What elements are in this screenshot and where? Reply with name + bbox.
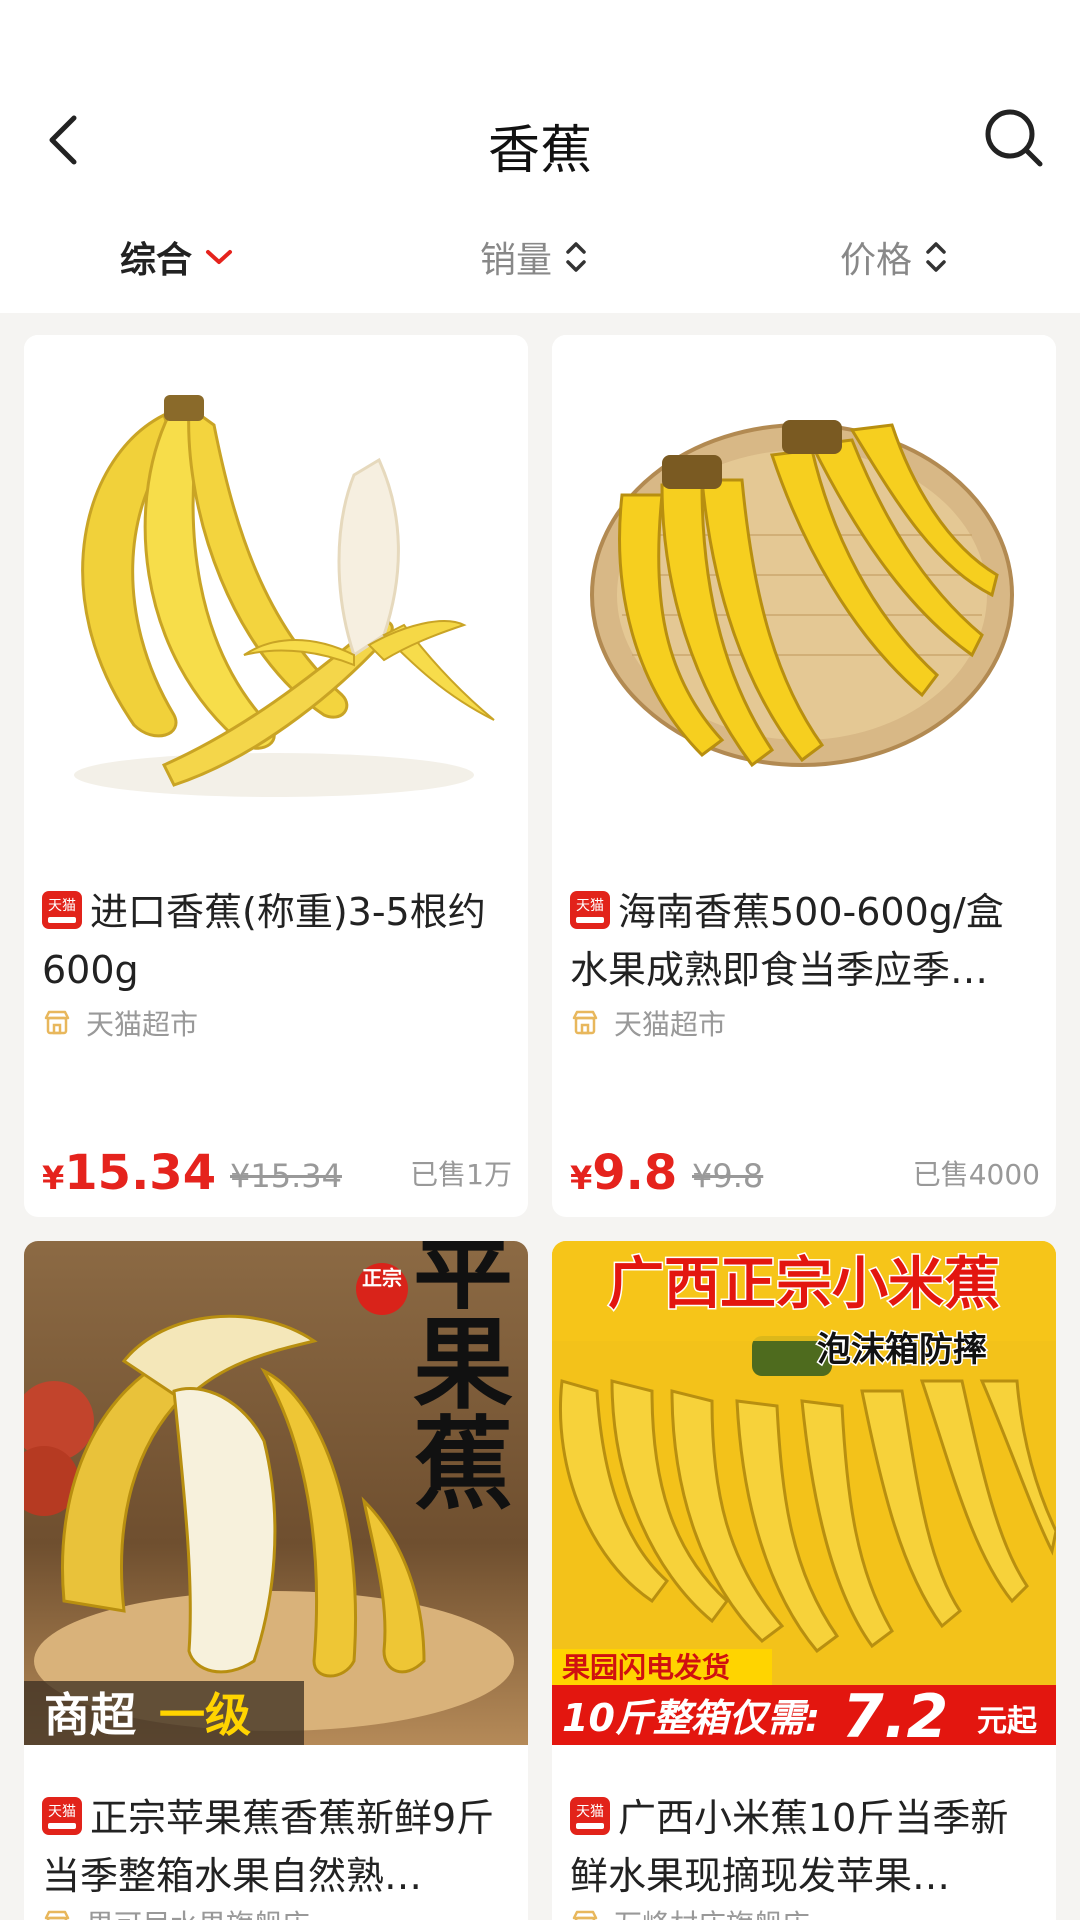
product-card[interactable]: 天猫 海南香蕉500-600g/盒水果成熟即食当季应季… 天猫超市 ¥9.8 ¥9… <box>552 335 1056 1217</box>
chevron-down-icon <box>206 250 233 264</box>
sort-bar: 综合 销量 价格 <box>0 225 1080 289</box>
product-card[interactable]: 天猫 进口香蕉(称重)3-5根约600g 天猫超市 ¥15.34 ¥15.34 已… <box>24 335 528 1217</box>
shop-name[interactable]: 果可尼水果旗舰店 <box>42 1903 310 1920</box>
current-price: ¥9.8 <box>570 1145 678 1201</box>
image-bottom-text-a: 商超 <box>44 1688 137 1742</box>
search-icon <box>985 109 1043 167</box>
shop-name[interactable]: 天猫超市 <box>570 1003 726 1043</box>
store-icon <box>572 1910 598 1920</box>
price-row: ¥9.8 ¥9.8 已售4000 <box>570 1141 1040 1201</box>
sort-sales[interactable]: 销量 <box>480 225 588 289</box>
image-strip-text: 果园闪电发货 <box>562 1651 730 1684</box>
product-title: 天猫 正宗苹果蕉香蕉新鲜9斤当季整箱水果自然熟… <box>42 1796 495 1898</box>
shop-name[interactable]: 万峰村庄旗舰店 <box>570 1903 810 1920</box>
product-title: 天猫 进口香蕉(称重)3-5根约600g <box>42 890 486 992</box>
current-price: ¥15.34 <box>42 1145 217 1201</box>
sort-price[interactable]: 价格 <box>840 225 948 289</box>
sort-comprehensive[interactable]: 综合 <box>120 225 234 289</box>
sort-label: 价格 <box>840 240 913 281</box>
image-bottom-number: 7.2 <box>842 1682 948 1745</box>
store-icon <box>44 1010 70 1035</box>
page-title: 香蕉 <box>487 121 592 181</box>
header: 香蕉 综合 销量 价格 <box>0 0 1080 313</box>
price-row: ¥15.34 ¥15.34 已售1万 <box>42 1141 512 1201</box>
image-bottom-text-b: 元起 <box>977 1704 1038 1739</box>
image-bottom-text-a: 10斤整箱仅需: <box>562 1696 820 1740</box>
sort-label: 销量 <box>480 240 553 281</box>
product-image: 正宗 苹果蕉 商超 一级 <box>24 1241 528 1745</box>
screen: 香蕉 综合 销量 价格 天猫 进口香蕉(称重)3-5根约600g 天猫超市 ¥1… <box>0 0 1080 1920</box>
search-button[interactable] <box>982 106 1046 170</box>
tmall-badge-icon: 天猫 <box>42 1797 82 1835</box>
tmall-badge-icon: 天猫 <box>570 891 610 929</box>
image-bottom-text-b: 一级 <box>159 1688 251 1742</box>
original-price: ¥9.8 <box>692 1157 764 1195</box>
sold-count: 已售4000 <box>912 1158 1040 1191</box>
product-image <box>552 335 1056 839</box>
sold-count: 已售1万 <box>410 1158 512 1191</box>
product-title: 天猫 海南香蕉500-600g/盒水果成熟即食当季应季… <box>570 890 1004 992</box>
shop-name[interactable]: 天猫超市 <box>42 1003 198 1043</box>
original-price: ¥15.34 <box>230 1157 342 1195</box>
tmall-badge-icon: 天猫 <box>570 1797 610 1835</box>
image-side-text: 苹果蕉 <box>396 1241 513 1511</box>
store-icon <box>44 1910 70 1920</box>
tmall-badge-icon: 天猫 <box>42 891 82 929</box>
product-card[interactable]: 正宗 苹果蕉 商超 一级 天猫正宗苹果蕉香蕉新鲜9斤当季整箱水果自然熟… 果可尼… <box>24 1241 528 1920</box>
product-image: 广西正宗小米蕉 泡沫箱防摔 果园闪电发货 10斤整箱仅需: 7.2 元起 <box>552 1241 1056 1745</box>
product-card[interactable]: 广西正宗小米蕉 泡沫箱防摔 果园闪电发货 10斤整箱仅需: 7.2 元起 天猫广… <box>552 1241 1056 1920</box>
product-title: 天猫 广西小米蕉10斤当季新鲜水果现摘现发苹果… <box>570 1796 1009 1898</box>
store-icon <box>572 1010 598 1035</box>
sort-updown-icon <box>566 242 586 272</box>
top-bar: 香蕉 <box>0 90 1080 190</box>
image-sub-text: 泡沫箱防摔 <box>817 1330 987 1370</box>
image-top-text: 广西正宗小米蕉 <box>608 1252 1000 1317</box>
sort-label: 综合 <box>120 240 193 281</box>
product-image <box>24 335 528 839</box>
sort-updown-icon <box>926 242 946 272</box>
